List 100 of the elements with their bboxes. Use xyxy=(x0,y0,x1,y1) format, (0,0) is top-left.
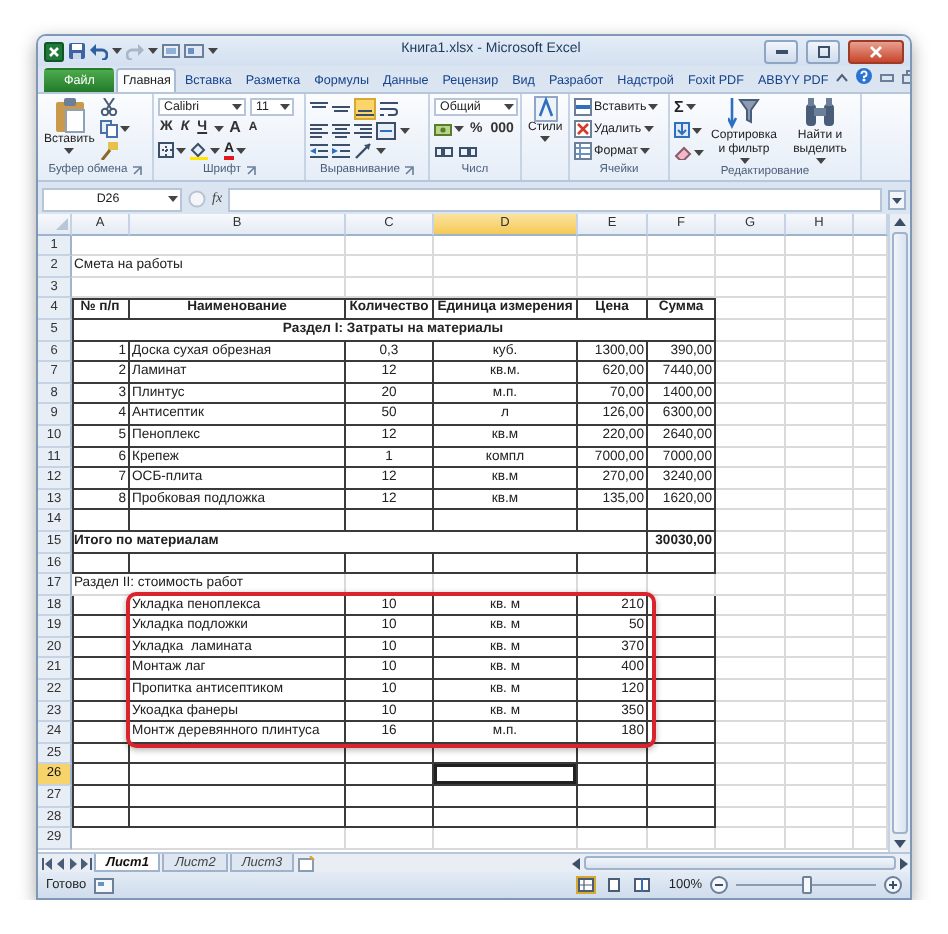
horizontal-scroll-thumb[interactable] xyxy=(584,856,896,870)
empty-cell xyxy=(786,807,854,829)
empty-cell xyxy=(786,425,854,448)
empty-cell xyxy=(578,553,648,575)
empty-cell xyxy=(716,722,786,744)
fill-color-button[interactable] xyxy=(190,141,220,160)
close-button[interactable] xyxy=(848,39,904,63)
previous-sheet-icon[interactable] xyxy=(56,857,66,869)
spreadsheet-app-icon xyxy=(44,41,64,61)
autosum-button[interactable]: Σ xyxy=(674,99,704,116)
zoom-out-icon[interactable] xyxy=(710,876,728,894)
empty-cell xyxy=(786,341,854,363)
caret-icon xyxy=(208,48,218,54)
minimize-button[interactable] xyxy=(764,39,798,63)
empty-cell xyxy=(786,235,854,257)
align-left-icon[interactable] xyxy=(310,121,328,140)
wrap-text-icon[interactable] xyxy=(380,99,398,118)
empty-cell xyxy=(716,489,786,511)
increase-indent-icon[interactable] xyxy=(332,142,350,161)
clipboard-icon xyxy=(53,96,86,134)
empty-cell xyxy=(648,235,716,257)
select-all-icon xyxy=(56,218,68,230)
dialog-launcher-icon[interactable] xyxy=(131,166,142,176)
caret-icon xyxy=(540,136,551,142)
empty-cell xyxy=(716,510,786,532)
empty-cell xyxy=(578,277,648,299)
empty-cell xyxy=(716,447,786,469)
decrease-decimal-icon[interactable] xyxy=(458,143,478,160)
empty-cell xyxy=(648,595,716,617)
paint-bucket-icon xyxy=(190,141,208,160)
minimize-icon[interactable] xyxy=(880,71,895,81)
expand-icon[interactable] xyxy=(888,189,906,209)
empty-cell xyxy=(434,807,578,829)
brush-icon xyxy=(100,142,119,160)
merge-cells-icon[interactable] xyxy=(376,121,396,140)
empty-cell xyxy=(716,637,786,659)
empty-cell xyxy=(434,235,578,257)
empty-cell xyxy=(786,277,854,299)
empty-cell xyxy=(434,786,578,808)
empty-cell xyxy=(716,616,786,638)
empty-cell xyxy=(786,383,854,405)
caret-icon xyxy=(280,104,290,111)
maximize-button[interactable] xyxy=(806,39,840,63)
empty-cell xyxy=(346,786,434,808)
first-sheet-icon[interactable] xyxy=(42,857,54,869)
empty-cell xyxy=(716,680,786,702)
empty-cell xyxy=(578,510,648,532)
clear-button[interactable] xyxy=(674,146,704,161)
empty-cell xyxy=(786,828,854,850)
view-button[interactable] xyxy=(632,876,653,894)
help-icon[interactable] xyxy=(856,68,873,84)
increase-decimal-icon[interactable] xyxy=(434,143,454,160)
dialog-launcher-icon[interactable] xyxy=(403,166,414,176)
caret-icon xyxy=(648,104,659,110)
borders-button[interactable] xyxy=(158,142,186,159)
formula-input[interactable] xyxy=(228,187,882,211)
eraser-icon xyxy=(674,146,692,161)
empty-cell xyxy=(648,701,716,723)
fill-button[interactable] xyxy=(674,122,704,139)
empty-cell xyxy=(648,658,716,681)
text-direction-icon[interactable] xyxy=(354,142,372,161)
print-preview-icon[interactable] xyxy=(162,42,180,60)
copy-button[interactable] xyxy=(100,120,131,138)
decrease-indent-icon[interactable] xyxy=(310,142,328,161)
dialog-launcher-icon[interactable] xyxy=(245,166,256,176)
caret-icon xyxy=(376,148,386,155)
borders-icon xyxy=(158,142,174,159)
save-icon[interactable] xyxy=(68,42,86,60)
empty-cell xyxy=(786,256,854,278)
align-right-icon[interactable] xyxy=(354,121,372,140)
chevron-up-icon[interactable] xyxy=(836,71,849,81)
empty-cell xyxy=(648,764,716,787)
empty-cell xyxy=(346,277,434,299)
grow-font-button[interactable]: A xyxy=(227,120,243,137)
last-sheet-icon[interactable] xyxy=(80,857,92,869)
record-macro-icon[interactable] xyxy=(94,877,115,893)
empty-cell xyxy=(434,553,578,575)
view-button[interactable] xyxy=(576,876,597,894)
caret-icon xyxy=(213,125,224,132)
empty-cell xyxy=(786,701,854,723)
sort-filter-icon xyxy=(728,96,760,130)
cell-cursor[interactable] xyxy=(434,764,578,787)
empty-cell xyxy=(346,256,434,278)
caret-icon xyxy=(504,104,514,111)
currency-button[interactable] xyxy=(434,121,464,138)
align-center-icon[interactable] xyxy=(332,121,350,140)
empty-cell xyxy=(578,235,648,257)
scissors-icon xyxy=(100,98,119,116)
new-sheet-icon[interactable] xyxy=(296,855,317,871)
window-layout-icon[interactable] xyxy=(184,42,204,60)
zoom-slider-thumb[interactable] xyxy=(802,876,812,894)
banknote-icon xyxy=(434,121,452,138)
next-sheet-icon[interactable] xyxy=(68,857,78,869)
vertical-scroll-thumb[interactable] xyxy=(892,232,908,834)
view-button[interactable] xyxy=(604,876,625,894)
empty-cell xyxy=(786,319,854,342)
empty-cell xyxy=(346,510,434,532)
zoom-in-icon[interactable] xyxy=(884,876,902,894)
undo-icon[interactable] xyxy=(90,42,108,60)
empty-cell xyxy=(786,616,854,638)
